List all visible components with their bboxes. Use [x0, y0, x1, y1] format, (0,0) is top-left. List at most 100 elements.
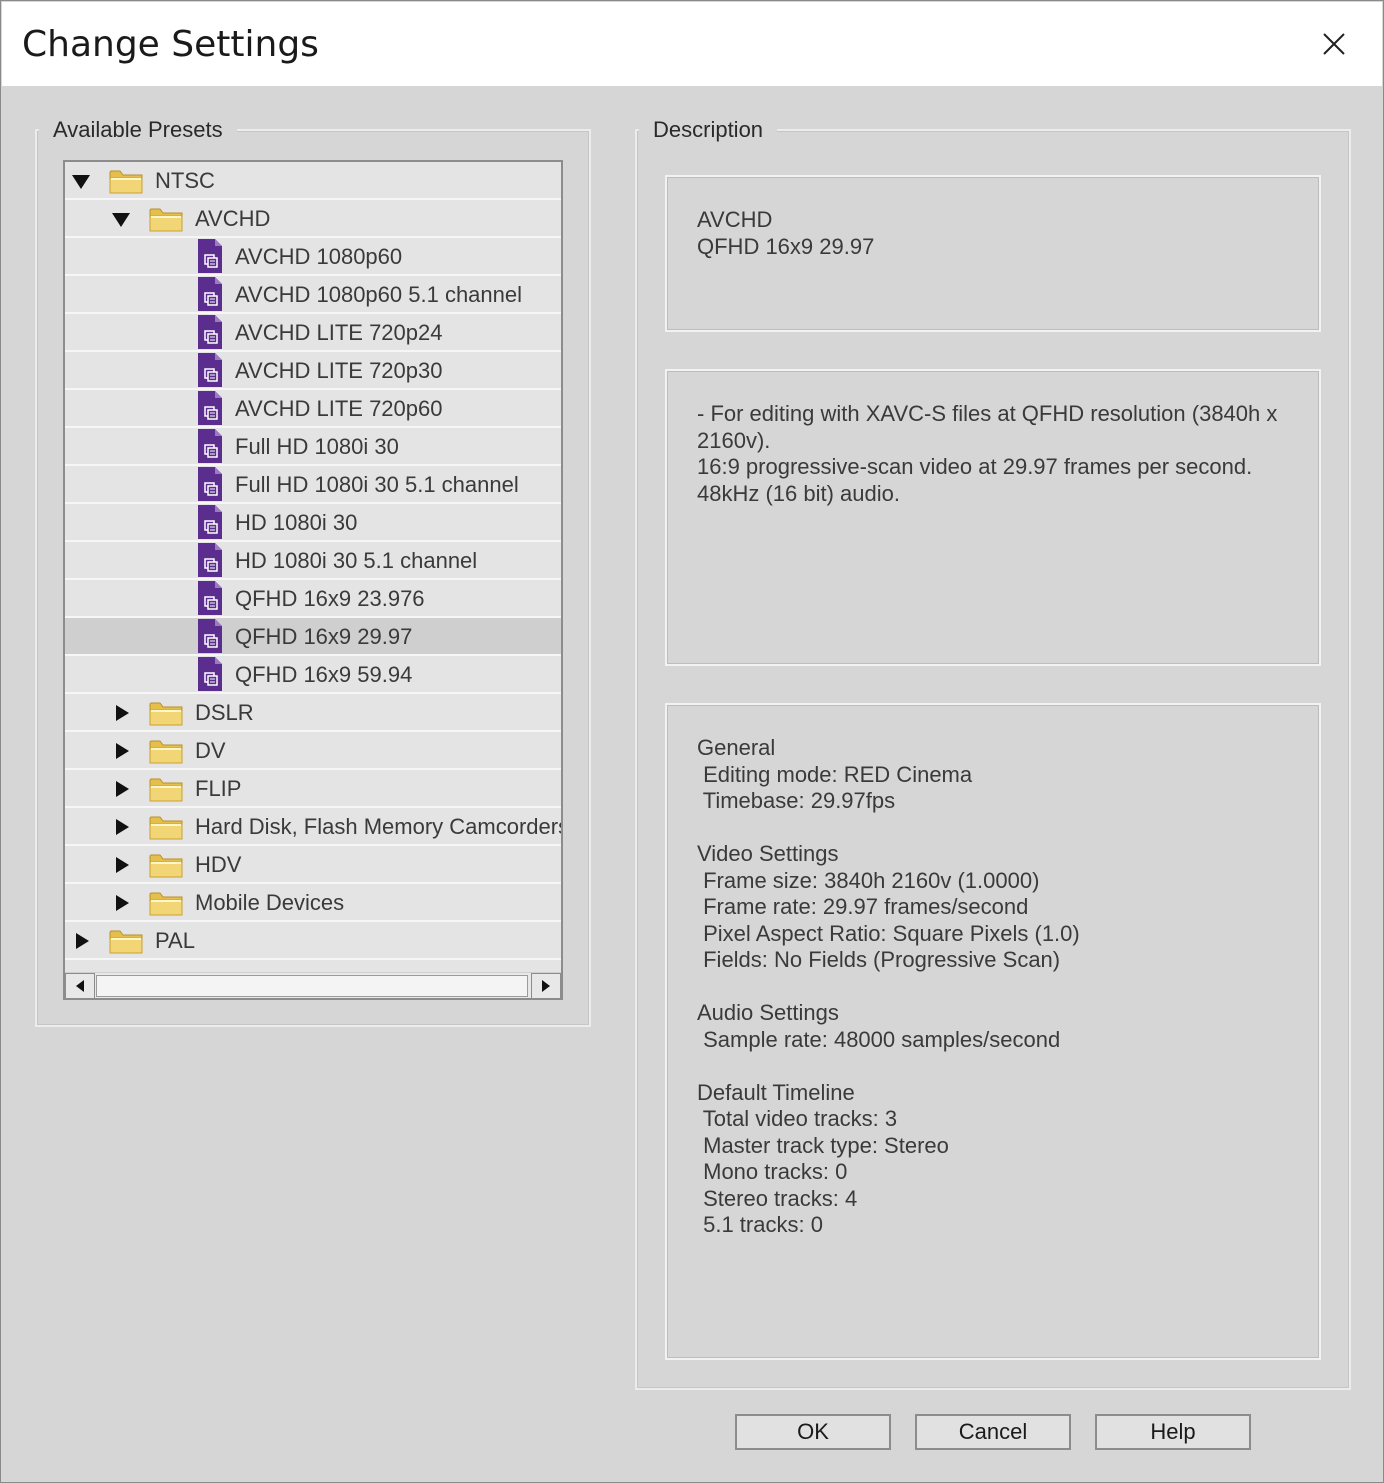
tree-folder-row[interactable]: NTSC — [65, 162, 561, 200]
tree-item-label: QFHD 16x9 29.97 — [235, 624, 413, 649]
description-detail-line: Timebase: 29.97fps — [697, 788, 896, 813]
tree-item-label: Full HD 1080i 30 — [235, 434, 399, 459]
tree-item-label: AVCHD LITE 720p30 — [235, 358, 443, 383]
folder-icon — [149, 778, 183, 802]
expand-arrow-icon[interactable] — [116, 857, 129, 873]
tree-item-label: QFHD 16x9 23.976 — [235, 586, 425, 611]
tree-item-label: QFHD 16x9 59.94 — [235, 662, 413, 687]
tree-folder-row[interactable]: DSLR — [65, 694, 561, 732]
description-header-line-2: QFHD 16x9 29.97 — [697, 233, 875, 259]
horizontal-scrollbar[interactable] — [65, 972, 561, 998]
tree-preset-row[interactable]: Full HD 1080i 30 5.1 channel — [65, 466, 561, 504]
expand-arrow-icon[interactable] — [116, 705, 129, 721]
tree-item-label: AVCHD — [195, 206, 271, 231]
tree-item-label: PAL — [155, 928, 195, 953]
description-detail-line: Frame size: 3840h 2160v (1.0000) — [697, 867, 1040, 893]
description-detail-line: Audio Settings — [697, 1000, 839, 1025]
tree-folder-row[interactable]: Hard Disk, Flash Memory Camcorders — [65, 808, 561, 846]
folder-icon — [149, 816, 183, 840]
preset-file-icon — [198, 315, 222, 349]
description-detail-line: Master track type: Stereo — [697, 1132, 949, 1158]
tree-item-label: AVCHD LITE 720p60 — [235, 396, 443, 421]
preset-file-icon — [198, 239, 222, 273]
tree-item-label: Hard Disk, Flash Memory Camcorders — [195, 814, 563, 839]
tree-folder-row[interactable]: AVCHD — [65, 200, 561, 238]
folder-icon — [149, 702, 183, 726]
presets-tree-rows: NTSC AVCHD AVCHD 1080p60 AVCHD 1080p60 5.1 … — [65, 162, 561, 960]
tree-preset-row[interactable]: QFHD 16x9 29.97 — [65, 618, 561, 656]
collapse-arrow-icon[interactable] — [72, 175, 90, 189]
description-detail-line — [697, 815, 1289, 842]
folder-icon — [149, 740, 183, 764]
folder-icon — [149, 892, 183, 916]
tree-item-label: DSLR — [195, 700, 254, 725]
scroll-right-icon — [542, 980, 550, 992]
description-header-line-1: AVCHD — [697, 207, 773, 232]
tree-folder-row[interactable]: Mobile Devices — [65, 884, 561, 922]
tree-item-label: NTSC — [155, 168, 215, 193]
preset-file-icon — [198, 543, 222, 577]
tree-preset-row[interactable]: AVCHD LITE 720p60 — [65, 390, 561, 428]
ok-button[interactable]: OK — [735, 1414, 891, 1450]
tree-item-label: AVCHD 1080p60 5.1 channel — [235, 282, 523, 307]
description-detail-line: Editing mode: RED Cinema — [697, 761, 973, 787]
expand-arrow-icon[interactable] — [116, 743, 129, 759]
tree-preset-row[interactable]: QFHD 16x9 59.94 — [65, 656, 561, 694]
folder-icon — [149, 208, 183, 232]
collapse-arrow-icon[interactable] — [112, 213, 130, 227]
preset-file-icon — [198, 619, 222, 653]
scroll-left-button[interactable] — [65, 973, 95, 998]
change-settings-dialog: Change Settings Available Presets NTSC AV… — [0, 0, 1384, 1483]
tree-item-label: HD 1080i 30 5.1 channel — [235, 548, 478, 573]
expand-arrow-icon[interactable] — [116, 781, 129, 797]
scroll-thumb[interactable] — [96, 975, 528, 997]
scroll-left-icon — [76, 980, 84, 992]
tree-item-label: Full HD 1080i 30 5.1 channel — [235, 472, 519, 497]
tree-preset-row[interactable]: HD 1080i 30 — [65, 504, 561, 542]
presets-tree[interactable]: NTSC AVCHD AVCHD 1080p60 AVCHD 1080p60 5.1 … — [63, 160, 563, 1000]
description-detail-line: Frame rate: 29.97 frames/second — [697, 894, 1029, 919]
tree-preset-row[interactable]: Full HD 1080i 30 — [65, 428, 561, 466]
dialog-title: Change Settings — [22, 24, 319, 65]
tree-item-label: HDV — [195, 852, 242, 877]
preset-file-icon — [198, 657, 222, 691]
description-summary-box: - For editing with XAVC-S files at QFHD … — [665, 369, 1321, 666]
preset-file-icon — [198, 467, 222, 501]
tree-folder-row[interactable]: DV — [65, 732, 561, 770]
close-button[interactable] — [1308, 18, 1360, 70]
tree-folder-row[interactable]: HDV — [65, 846, 561, 884]
tree-folder-row[interactable]: PAL — [65, 922, 561, 960]
help-button[interactable]: Help — [1095, 1414, 1251, 1450]
expand-arrow-icon[interactable] — [116, 819, 129, 835]
description-detail-line: Fields: No Fields (Progressive Scan) — [697, 947, 1061, 972]
description-details-box: General Editing mode: RED Cinema Timebas… — [665, 703, 1321, 1360]
folder-icon — [109, 930, 143, 954]
cancel-button[interactable]: Cancel — [915, 1414, 1071, 1450]
expand-arrow-icon[interactable] — [116, 895, 129, 911]
tree-preset-row[interactable]: HD 1080i 30 5.1 channel — [65, 542, 561, 580]
tree-item-label: AVCHD LITE 720p24 — [235, 320, 443, 345]
tree-folder-row[interactable]: FLIP — [65, 770, 561, 808]
description-detail-line: 5.1 tracks: 0 — [697, 1212, 823, 1237]
tree-item-label: FLIP — [195, 776, 242, 801]
description-detail-line: Default Timeline — [697, 1079, 855, 1105]
description-detail-line: General — [697, 735, 776, 760]
description-detail-line: Pixel Aspect Ratio: Square Pixels (1.0) — [697, 920, 1080, 946]
preset-file-icon — [198, 277, 222, 311]
description-summary-text: - For editing with XAVC-S files at QFHD … — [697, 401, 1278, 506]
description-detail-line: Stereo tracks: 4 — [697, 1185, 858, 1211]
scroll-right-button[interactable] — [531, 973, 561, 998]
tree-preset-row[interactable]: AVCHD 1080p60 — [65, 238, 561, 276]
close-icon — [1323, 33, 1345, 55]
preset-file-icon — [198, 581, 222, 615]
description-detail-line — [697, 1053, 1289, 1080]
preset-file-icon — [198, 505, 222, 539]
tree-preset-row[interactable]: AVCHD LITE 720p24 — [65, 314, 561, 352]
tree-preset-row[interactable]: AVCHD 1080p60 5.1 channel — [65, 276, 561, 314]
expand-arrow-icon[interactable] — [76, 933, 89, 949]
tree-preset-row[interactable]: AVCHD LITE 720p30 — [65, 352, 561, 390]
tree-item-label: AVCHD 1080p60 — [235, 244, 403, 269]
tree-item-label: HD 1080i 30 — [235, 510, 358, 535]
tree-preset-row[interactable]: QFHD 16x9 23.976 — [65, 580, 561, 618]
description-detail-line: Sample rate: 48000 samples/second — [697, 1026, 1061, 1052]
